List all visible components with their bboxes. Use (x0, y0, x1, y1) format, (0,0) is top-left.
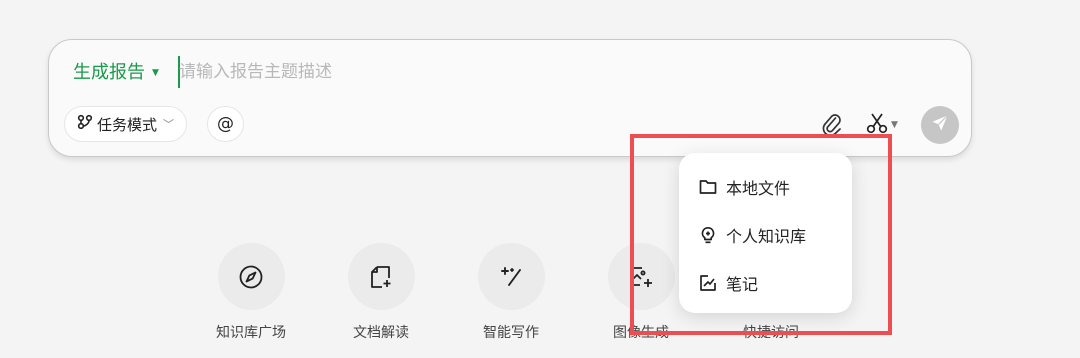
compass-icon (217, 243, 285, 310)
shortcut-smart-writing[interactable]: 智能写作 (461, 243, 561, 342)
shortcut-label: 智能写作 (483, 325, 539, 341)
task-mode-button[interactable]: 任务模式 ﹀ (64, 106, 188, 142)
caret-down-icon: ▼ (152, 68, 159, 78)
mention-label: @ (217, 114, 234, 134)
shortcut-image-generation[interactable]: 图像生成 (591, 243, 691, 342)
report-topic-input[interactable] (179, 58, 739, 86)
menu-item-notes[interactable]: 笔记 (699, 271, 758, 295)
screenshot-button[interactable]: ▼ (865, 111, 898, 139)
shortcut-doc-reading[interactable]: 文档解读 (331, 243, 431, 342)
generation-mode-select[interactable]: 生成报告 ▼ (73, 60, 159, 86)
task-flow-icon (77, 114, 93, 134)
shortcut-label: 知识库广场 (216, 325, 286, 341)
send-icon (931, 114, 949, 136)
prompt-composer: 生成报告 ▼ 任务模式 ﹀ @ (48, 39, 972, 157)
note-icon (699, 274, 717, 292)
caret-down-icon: ▼ (891, 120, 898, 130)
shortcut-label: 文档解读 (353, 325, 409, 341)
shortcut-label: 图像生成 (613, 325, 669, 341)
image-spark-icon (607, 243, 675, 310)
mention-button[interactable]: @ (207, 106, 244, 142)
lightbulb-icon (699, 226, 717, 244)
menu-item-label: 笔记 (726, 275, 759, 294)
shortcut-knowledge-square[interactable]: 知识库广场 (201, 243, 301, 342)
task-mode-label: 任务模式 (97, 115, 158, 134)
generation-mode-label: 生成报告 (73, 62, 145, 83)
document-spark-icon (347, 243, 415, 310)
menu-item-label: 个人知识库 (726, 227, 807, 246)
upload-source-menu: 本地文件 个人知识库 笔记 (679, 153, 852, 313)
folder-icon (699, 179, 717, 195)
menu-item-personal-kb[interactable]: 个人知识库 (699, 223, 806, 247)
magic-pen-icon (477, 243, 545, 310)
paperclip-icon[interactable] (821, 112, 843, 137)
menu-item-local-file[interactable]: 本地文件 (699, 175, 790, 199)
scissors-icon (865, 111, 889, 139)
app-stage: 生成报告 ▼ 任务模式 ﹀ @ (0, 0, 1080, 358)
shortcut-label: 快捷访问 (743, 325, 799, 341)
send-button[interactable] (921, 106, 959, 144)
chevron-down-icon: ﹀ (163, 118, 175, 131)
menu-item-label: 本地文件 (726, 179, 791, 198)
